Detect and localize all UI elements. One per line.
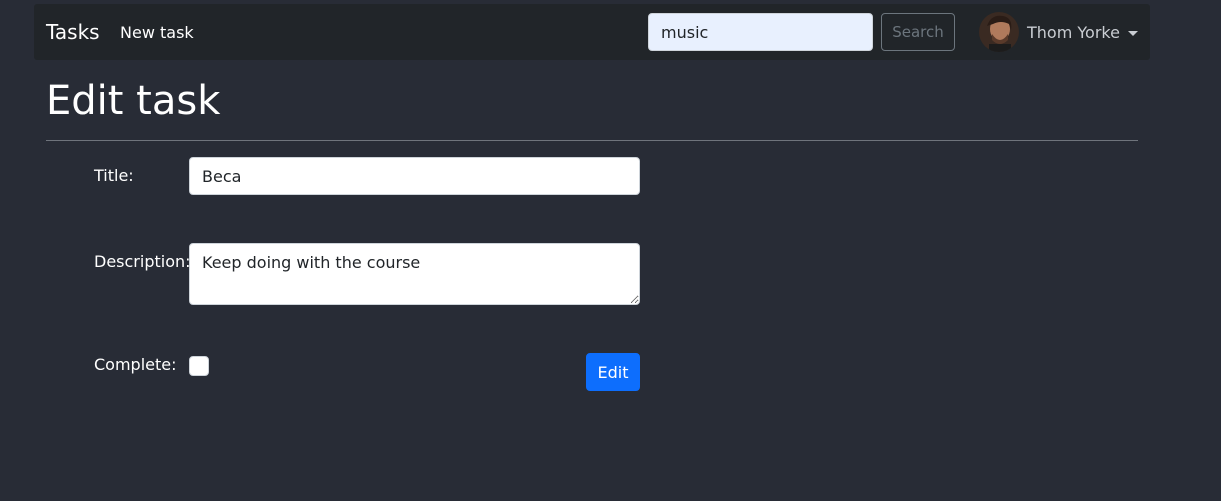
description-textarea[interactable]: Keep doing with the course bbox=[189, 243, 640, 305]
title-divider bbox=[46, 140, 1138, 141]
description-label: Description: bbox=[94, 252, 191, 271]
caret-down-icon bbox=[1127, 30, 1138, 36]
navbar: Tasks New task Search Thom Yorke bbox=[34, 4, 1150, 60]
complete-checkbox[interactable] bbox=[189, 356, 209, 376]
user-name: Thom Yorke bbox=[1027, 22, 1120, 42]
search-input[interactable] bbox=[648, 13, 873, 51]
user-avatar-icon bbox=[979, 12, 1019, 52]
new-task-link[interactable]: New task bbox=[120, 23, 194, 43]
navbar-brand[interactable]: Tasks bbox=[46, 20, 100, 44]
edit-button[interactable]: Edit bbox=[586, 353, 640, 391]
complete-label: Complete: bbox=[94, 355, 177, 374]
title-label: Title: bbox=[94, 166, 134, 185]
user-menu-dropdown[interactable]: Thom Yorke bbox=[979, 12, 1138, 52]
search-button[interactable]: Search bbox=[881, 13, 955, 51]
page-title: Edit task bbox=[46, 78, 221, 124]
title-input[interactable] bbox=[189, 157, 640, 195]
